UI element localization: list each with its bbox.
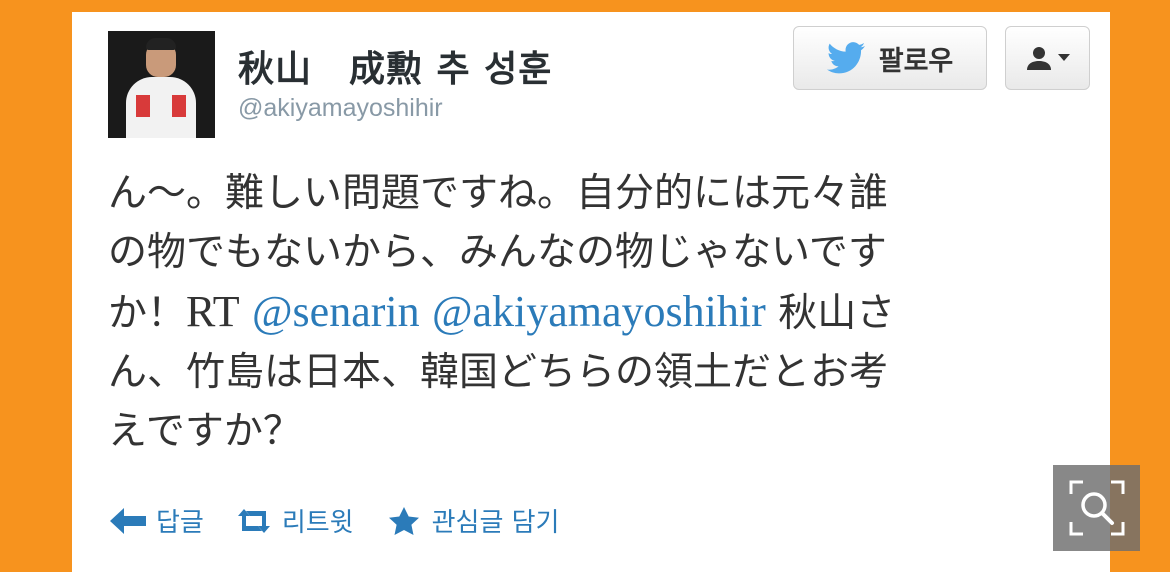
user-menu-button[interactable] bbox=[1005, 26, 1090, 90]
tweet-text: ん～。難しい問題ですね。自分的には元々誰 の物でもないから、みんなの物じゃないで… bbox=[108, 164, 1098, 461]
zoom-button[interactable] bbox=[1053, 465, 1140, 551]
star-icon bbox=[388, 506, 419, 535]
mention-link[interactable]: @akiyamayoshihir bbox=[432, 287, 766, 336]
retweet-icon bbox=[237, 508, 270, 533]
mention-link[interactable]: @senarin bbox=[252, 287, 420, 336]
display-name[interactable]: 秋山 成勲 추 성훈 bbox=[238, 40, 552, 92]
chevron-down-icon bbox=[1057, 54, 1070, 61]
tweet-fragment: か！ bbox=[108, 291, 187, 336]
user-icon bbox=[1026, 47, 1051, 70]
favorite-label: 관심글 담기 bbox=[431, 508, 560, 538]
avatar-badge bbox=[172, 95, 186, 117]
zoom-search-icon bbox=[1069, 480, 1124, 536]
tweet-line: ん、竹島は日本、韓国どちらの領土だとお考 bbox=[108, 350, 889, 395]
avatar-hair bbox=[146, 38, 176, 50]
avatar[interactable] bbox=[108, 31, 215, 138]
retweet-label: 리트윗 bbox=[281, 508, 354, 538]
favorite-button[interactable]: 관심글 담기 bbox=[384, 502, 560, 539]
tweet-actions: 답글 리트윗 관심글 담기 bbox=[108, 502, 559, 539]
reply-button[interactable]: 답글 bbox=[108, 502, 204, 539]
tweet-card: 秋山 成勲 추 성훈 @akiyamayoshihir 팔로우 ん～。難しい問題… bbox=[72, 12, 1110, 572]
tweet-line: の物でもないから、みんなの物じゃないです bbox=[108, 230, 887, 275]
follow-label: 팔로우 bbox=[878, 45, 954, 77]
tweet-line: か！RT @senarin @akiyamayoshihir 秋山さ bbox=[108, 282, 1098, 343]
retweet-button[interactable]: 리트윗 bbox=[234, 502, 354, 539]
twitter-bird-icon bbox=[826, 42, 865, 74]
follow-button[interactable]: 팔로우 bbox=[793, 26, 987, 90]
reply-icon bbox=[110, 507, 146, 534]
rt-label: RT bbox=[186, 287, 240, 336]
reply-label: 답글 bbox=[156, 508, 204, 538]
user-handle[interactable]: @akiyamayoshihir bbox=[238, 94, 443, 123]
tweet-line: ん～。難しい問題ですね。自分的には元々誰 bbox=[108, 171, 889, 216]
avatar-badge bbox=[136, 95, 150, 117]
tweet-fragment: 秋山さ bbox=[778, 291, 896, 336]
tweet-line: えですか？ bbox=[108, 409, 302, 454]
